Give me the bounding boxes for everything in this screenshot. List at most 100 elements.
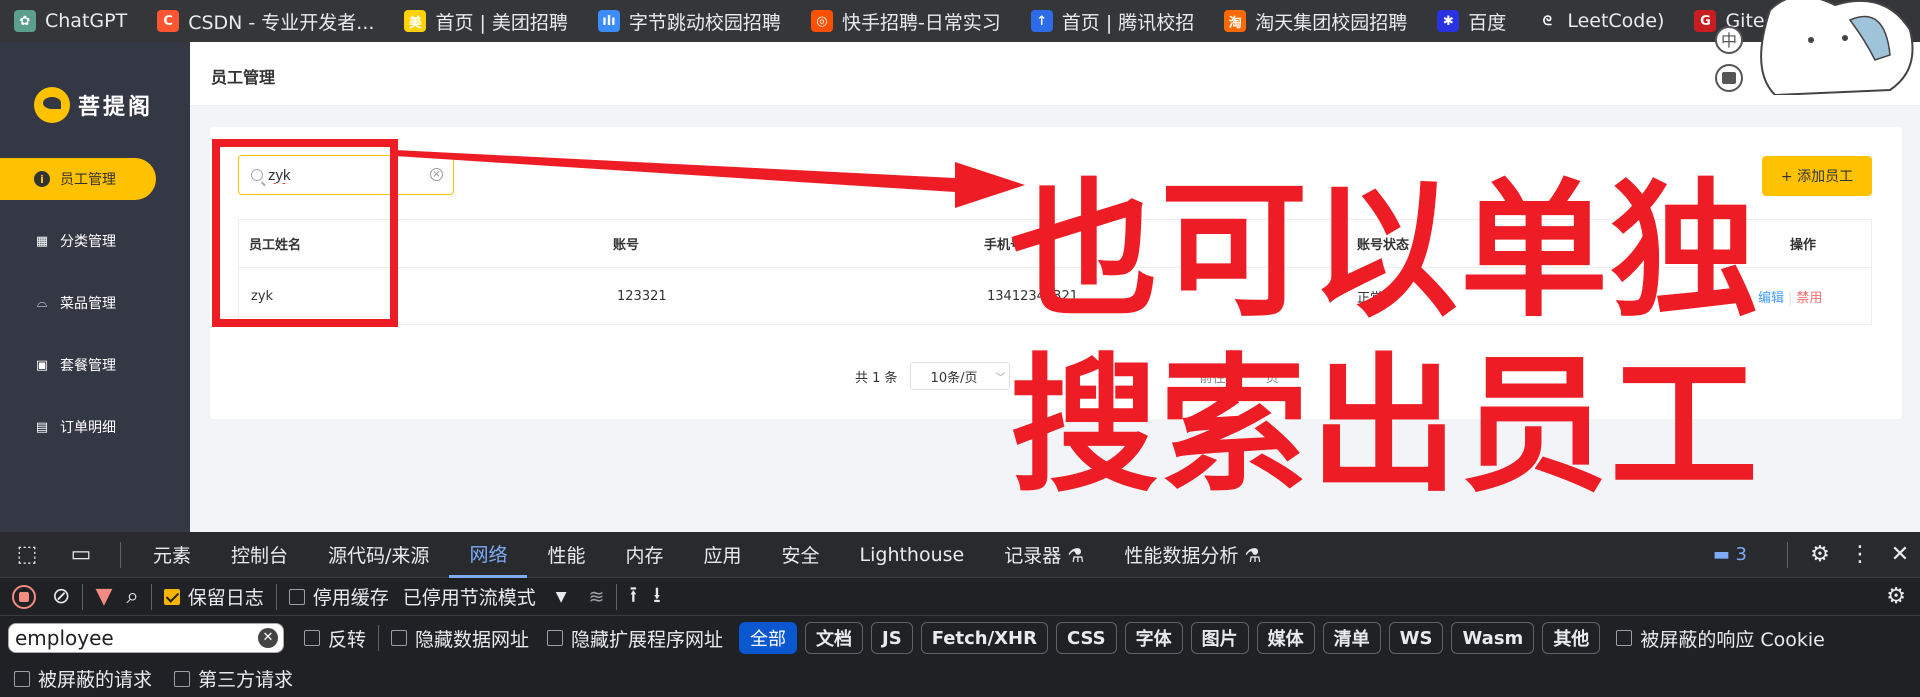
bookmark-item[interactable]: C CSDN - 专业开发者... xyxy=(157,8,374,35)
resource-type-filter[interactable]: 其他 xyxy=(1542,622,1601,654)
resource-type-filter[interactable]: 字体 xyxy=(1124,622,1183,654)
filter-bar: employee ✕ 反转 隐藏数据网址 隐藏扩展程序网址 全部 文档 JS Fetc… xyxy=(0,616,1920,660)
disable-cache-checkbox[interactable] xyxy=(288,588,305,605)
inspect-element-icon[interactable]: ⬚ xyxy=(0,532,54,578)
resource-type-filter[interactable]: 文档 xyxy=(805,622,864,654)
resource-type-filter[interactable]: 媒体 xyxy=(1256,622,1315,654)
export-har-icon[interactable]: ⭳ xyxy=(653,578,661,616)
resource-type-filter[interactable]: CSS xyxy=(1055,622,1117,654)
resource-type-filter[interactable]: JS xyxy=(871,622,913,654)
bookmark-item[interactable]: 美首页 | 美团招聘 xyxy=(404,8,568,35)
import-har-icon[interactable]: ⭱ xyxy=(629,578,637,616)
sidebar-item-label: 套餐管理 xyxy=(60,358,116,374)
bookmark-item[interactable]: 淘淘天集团校园招聘 xyxy=(1224,8,1407,35)
devtools-tab[interactable]: 应用 xyxy=(683,532,761,578)
chevron-down-icon[interactable]: ▼ xyxy=(556,589,567,605)
invert-checkbox[interactable] xyxy=(304,630,320,646)
sidebar-item-label: 分类管理 xyxy=(60,234,116,250)
sidebar-item[interactable]: ⌓ 菜品管理 xyxy=(0,282,190,324)
issues-count: 3 xyxy=(1735,544,1747,565)
dish-cover-icon: ⌓ xyxy=(36,295,48,311)
hide-extension-urls-checkbox[interactable] xyxy=(547,630,564,646)
top-header: 员工管理 xyxy=(190,42,1920,106)
third-party-label: 第三方请求 xyxy=(198,669,294,691)
throttle-select[interactable]: 已停用节流模式 xyxy=(403,583,536,610)
blocked-cookies-label: 被屏蔽的响应 Cookie xyxy=(1640,628,1825,651)
filter-bar-secondary: 被屏蔽的请求 第三方请求 xyxy=(0,660,1920,697)
bookmark-item[interactable]: ◎ 快手招聘-日常实习 xyxy=(810,8,1001,35)
record-stop-icon[interactable] xyxy=(12,584,36,609)
bookmark-label: CSDN - 专业开发者... xyxy=(188,11,375,34)
taotian-icon: 淘 xyxy=(1224,10,1247,32)
sidebar-item[interactable]: ▦ 分类管理 xyxy=(0,220,190,262)
column-header: 操作 xyxy=(1790,238,1817,253)
svg-text:中: 中 xyxy=(1721,31,1737,50)
page-title: 员工管理 xyxy=(211,68,276,87)
bookmark-item[interactable]: ᘓ LeetCode) xyxy=(1536,10,1664,32)
resource-type-filter[interactable]: 图片 xyxy=(1190,622,1249,654)
blocked-requests-label: 被屏蔽的请求 xyxy=(38,669,153,691)
devtools-tab[interactable]: 性能数据分析 ⚗ xyxy=(1104,532,1281,578)
devtools-tab[interactable]: 源代码/来源 xyxy=(308,532,449,578)
network-filter-input[interactable]: employee ✕ xyxy=(8,623,284,653)
account-cell: 123321 xyxy=(617,288,667,304)
page-size-select[interactable]: 10条/页 ﹀ xyxy=(909,362,1010,390)
edit-link[interactable]: 编辑 xyxy=(1758,291,1784,306)
bookmark-item[interactable]: ↑ 首页 | 腾讯校招 xyxy=(1030,8,1194,35)
resource-type-filter[interactable]: Wasm xyxy=(1451,622,1535,654)
brand-name: 菩提阁 xyxy=(78,95,154,120)
third-party-checkbox[interactable] xyxy=(174,670,191,687)
clear-filter-icon[interactable]: ✕ xyxy=(258,628,278,648)
devtools-tab[interactable]: 安全 xyxy=(762,532,840,578)
mascot-sticker-icon: 中 xyxy=(1715,0,1914,95)
disable-link[interactable]: 禁用 xyxy=(1796,291,1822,306)
sidebar-item[interactable]: ▤ 订单明细 xyxy=(0,406,190,448)
hide-data-urls-label: 隐藏数据网址 xyxy=(415,628,530,651)
search-icon[interactable]: ⌕ xyxy=(126,584,138,609)
tencent-icon: ↑ xyxy=(1030,10,1053,32)
csdn-icon: C xyxy=(157,10,180,32)
devtools-tab[interactable]: 内存 xyxy=(605,532,683,578)
blocked-cookies-checkbox[interactable] xyxy=(1616,630,1633,646)
clear-log-icon[interactable]: ⊘ xyxy=(52,584,70,609)
resource-type-filter[interactable]: Fetch/XHR xyxy=(920,622,1048,654)
gear-icon[interactable]: ⚙ xyxy=(1800,532,1840,578)
gitee-icon: G xyxy=(1694,10,1717,32)
close-icon[interactable]: ✕ xyxy=(1880,532,1920,578)
bookmark-label: 快手招聘-日常实习 xyxy=(841,11,1001,34)
filter-icon[interactable]: ▼ xyxy=(95,584,112,609)
devtools-tab[interactable]: Lighthouse xyxy=(840,532,985,578)
bookmarks-bar: ✿ ChatGPT C CSDN - 专业开发者... 美首页 | 美团招聘 ılı 字节跳… xyxy=(0,0,1920,42)
gift-icon: ▣ xyxy=(35,357,49,373)
device-toolbar-icon[interactable]: ▭ xyxy=(54,532,108,578)
devtools-tab[interactable]: 性能 xyxy=(527,532,605,578)
bookmark-item[interactable]: ✿ ChatGPT xyxy=(14,10,127,32)
annotation-highlight-box xyxy=(212,139,398,327)
add-employee-button[interactable]: + 添加员工 xyxy=(1762,156,1872,196)
resource-type-filter[interactable]: 全部 xyxy=(739,622,798,654)
preserve-log-checkbox[interactable] xyxy=(163,588,180,605)
hide-data-urls-checkbox[interactable] xyxy=(391,630,408,646)
blocked-requests-checkbox[interactable] xyxy=(14,670,30,687)
sidebar-item[interactable]: i 员工管理 xyxy=(0,158,156,200)
more-vertical-icon[interactable]: ⋮ xyxy=(1840,532,1880,578)
total-count: 共 1 条 xyxy=(855,370,898,386)
resource-type-filter[interactable]: WS xyxy=(1388,622,1444,654)
devtools-tab[interactable]: 控制台 xyxy=(211,532,308,578)
devtools-tab[interactable]: 网络 xyxy=(449,532,528,578)
annotation-arrow xyxy=(395,150,1025,208)
bookmark-item[interactable]: ✱ 百度 xyxy=(1437,8,1506,35)
devtools-tab[interactable]: 记录器 ⚗ xyxy=(984,532,1104,578)
divider xyxy=(275,583,277,610)
issues-badge[interactable]: ▬ 3 xyxy=(1713,544,1747,565)
network-settings-icon[interactable]: ⚙ xyxy=(1886,584,1906,609)
resource-type-filter[interactable]: 清单 xyxy=(1322,622,1381,654)
bookmark-item[interactable]: ılı 字节跳动校园招聘 xyxy=(597,8,781,35)
annotation-text-line2: 搜索出员工 xyxy=(1010,340,1760,512)
meituan-icon: 美 xyxy=(404,10,427,32)
sidebar-item[interactable]: ▣ 套餐管理 xyxy=(0,344,190,386)
network-conditions-icon[interactable]: ≋ xyxy=(589,586,605,608)
devtools-tab[interactable]: 元素 xyxy=(133,532,211,578)
chatgpt-icon: ✿ xyxy=(14,10,36,32)
clipboard-icon: ▤ xyxy=(35,419,49,435)
